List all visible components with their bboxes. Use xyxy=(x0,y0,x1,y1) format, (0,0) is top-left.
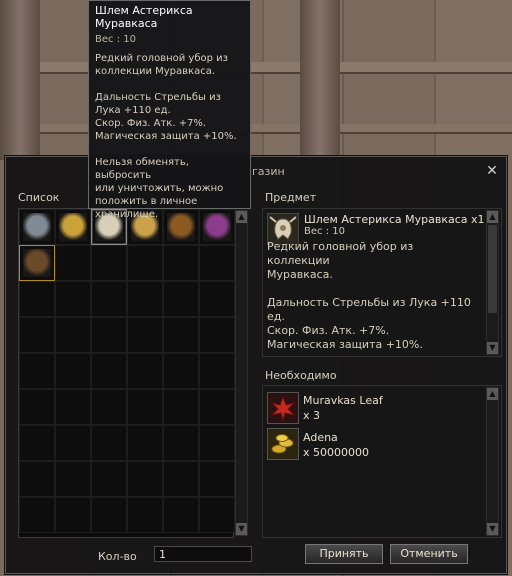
grid-slot[interactable] xyxy=(199,281,235,317)
grid-slot[interactable] xyxy=(163,425,199,461)
grid-slot[interactable] xyxy=(127,317,163,353)
grid-slot[interactable] xyxy=(199,497,235,533)
required-item-qty: x 3 xyxy=(303,409,321,422)
item-header: Предмет xyxy=(265,191,317,204)
item-tooltip: Шлем Астерикса Муравкаса Вес : 10 Редкий… xyxy=(88,0,251,220)
quantity-input[interactable] xyxy=(154,546,252,562)
item-detail-panel: Шлем Астерикса Муравкаса x1 Вес : 10 Ред… xyxy=(262,208,502,357)
item-description: Редкий головной убор из коллекции Муравк… xyxy=(267,240,471,351)
tooltip-weight: Вес : 10 xyxy=(95,34,136,45)
grid-slot[interactable] xyxy=(19,317,55,353)
background-pillar xyxy=(300,0,340,160)
grid-slot[interactable] xyxy=(199,461,235,497)
grid-slot[interactable] xyxy=(163,245,199,281)
red-leaf-icon xyxy=(267,392,299,424)
scroll-up-icon[interactable]: ▲ xyxy=(487,211,498,223)
gold-coins-icon xyxy=(267,428,299,460)
list-header: Список xyxy=(18,191,60,204)
grid-slot[interactable] xyxy=(127,461,163,497)
quantity-label: Кол-во xyxy=(98,550,137,563)
required-scrollbar[interactable]: ▲ ▼ xyxy=(486,387,499,536)
required-panel: Muravkas Leaf x 3 Adena x 50000000 xyxy=(262,385,502,538)
item-scrollbar[interactable]: ▲ ▼ xyxy=(486,210,499,355)
grid-slot[interactable] xyxy=(163,353,199,389)
scroll-up-icon[interactable]: ▲ xyxy=(487,388,498,400)
grid-slot[interactable] xyxy=(19,353,55,389)
grid-slot[interactable] xyxy=(55,245,91,281)
list-scrollbar[interactable]: ▲ ▼ xyxy=(235,210,248,536)
required-item-name: Adena xyxy=(303,431,338,444)
grid-slot[interactable] xyxy=(55,281,91,317)
grid-slot[interactable] xyxy=(19,209,55,245)
tooltip-title: Шлем Астерикса Муравкаса xyxy=(95,4,193,30)
grid-slot[interactable] xyxy=(199,245,235,281)
grid-slot[interactable] xyxy=(55,389,91,425)
grid-slot[interactable] xyxy=(55,317,91,353)
grid-slot[interactable] xyxy=(163,281,199,317)
grid-slot[interactable] xyxy=(91,461,127,497)
background-pillar xyxy=(0,0,40,160)
shop-window: газин ✕ Список ▲ ▼ Предмет Шлем Астерикс… xyxy=(5,156,507,574)
grid-slot[interactable] xyxy=(127,353,163,389)
grid-slot[interactable] xyxy=(55,209,91,245)
window-titlebar[interactable]: газин ✕ xyxy=(6,157,506,185)
grid-slot[interactable] xyxy=(127,425,163,461)
grid-slot[interactable] xyxy=(19,461,55,497)
grid-slot[interactable] xyxy=(199,317,235,353)
grid-slot[interactable] xyxy=(91,245,127,281)
scroll-thumb[interactable] xyxy=(488,225,497,313)
scroll-down-icon[interactable]: ▼ xyxy=(487,523,498,535)
grid-slot[interactable] xyxy=(199,353,235,389)
background-beam xyxy=(0,62,512,72)
grid-slot[interactable] xyxy=(163,497,199,533)
grid-slot[interactable] xyxy=(91,497,127,533)
item-name: Шлем Астерикса Муравкаса x1 xyxy=(304,213,485,226)
scroll-down-icon[interactable]: ▼ xyxy=(236,523,247,535)
tooltip-text: Редкий головной убор из коллекции Муравк… xyxy=(95,53,237,220)
required-item-name: Muravkas Leaf xyxy=(303,394,383,407)
grid-slot[interactable] xyxy=(55,353,91,389)
grid-slot[interactable] xyxy=(199,425,235,461)
grid-slot[interactable] xyxy=(163,461,199,497)
required-item-qty: x 50000000 xyxy=(303,446,369,459)
window-title: газин xyxy=(252,165,285,178)
raven-helmet-icon xyxy=(23,213,51,241)
cancel-button[interactable]: Отменить xyxy=(390,544,468,564)
orb-helmet-icon xyxy=(23,249,51,277)
required-header: Необходимо xyxy=(265,369,337,382)
grid-slot[interactable] xyxy=(91,317,127,353)
grid-slot[interactable] xyxy=(199,389,235,425)
grid-slot[interactable] xyxy=(19,245,55,281)
grid-slot[interactable] xyxy=(55,425,91,461)
item-weight: Вес : 10 xyxy=(304,226,345,237)
item-grid xyxy=(18,208,235,538)
grid-slot[interactable] xyxy=(91,389,127,425)
grid-slot[interactable] xyxy=(19,425,55,461)
grid-slot[interactable] xyxy=(19,389,55,425)
grid-slot[interactable] xyxy=(19,281,55,317)
grid-slot[interactable] xyxy=(91,353,127,389)
scroll-down-icon[interactable]: ▼ xyxy=(487,342,498,354)
grid-slot[interactable] xyxy=(55,461,91,497)
grid-slot[interactable] xyxy=(127,245,163,281)
close-button[interactable]: ✕ xyxy=(484,163,500,179)
grid-slot[interactable] xyxy=(55,497,91,533)
grid-slot[interactable] xyxy=(127,389,163,425)
grid-slot[interactable] xyxy=(19,497,55,533)
accept-button[interactable]: Принять xyxy=(305,544,383,564)
grid-slot[interactable] xyxy=(163,317,199,353)
background-beam xyxy=(0,124,512,132)
grid-slot[interactable] xyxy=(163,389,199,425)
grid-slot[interactable] xyxy=(91,281,127,317)
gold-hat-icon xyxy=(59,213,87,241)
grid-slot[interactable] xyxy=(91,425,127,461)
grid-slot[interactable] xyxy=(127,497,163,533)
grid-slot[interactable] xyxy=(127,281,163,317)
